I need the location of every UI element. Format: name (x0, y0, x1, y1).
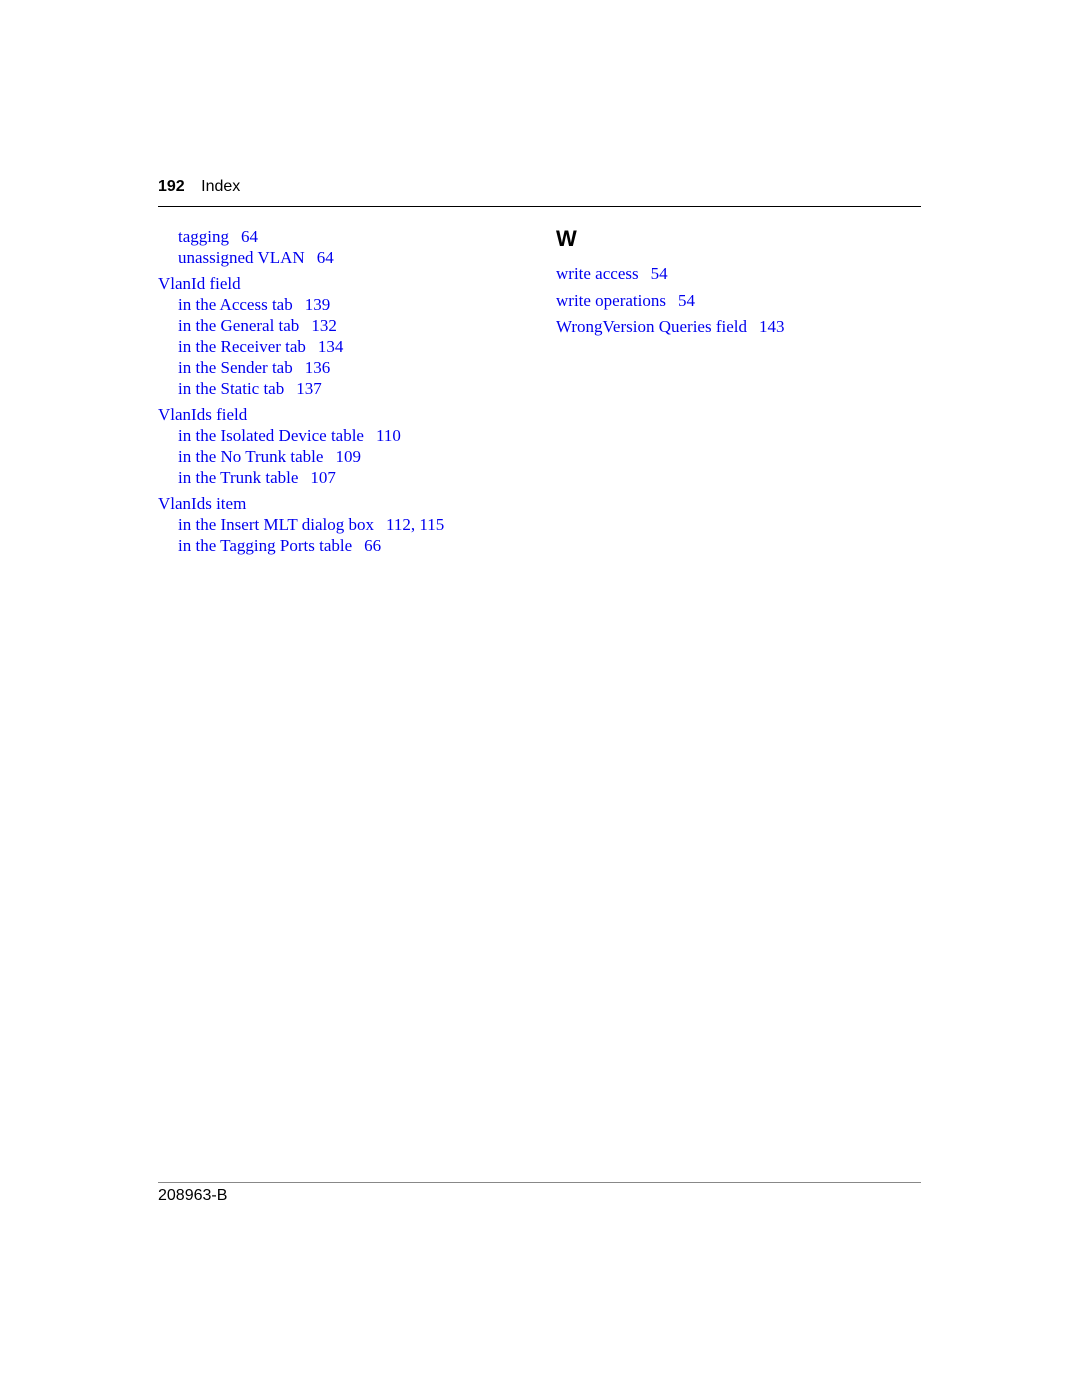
entry-pages: 137 (296, 379, 322, 398)
entry-pages: 64 (316, 248, 334, 267)
entry-label: WrongVersion Queries field (556, 317, 747, 336)
page-header: 192 Index (158, 178, 240, 196)
entry-label: in the Trunk table (178, 468, 299, 487)
index-subentry[interactable]: in the General tab 132 (158, 315, 528, 336)
entry-pages: 143 (758, 317, 785, 336)
index-column-left: tagging 64 unassigned VLAN 64 VlanId field… (158, 226, 528, 556)
index-entry-unassigned-vlan[interactable]: unassigned VLAN 64 (158, 247, 528, 268)
index-subentry[interactable]: in the Sender tab 136 (158, 357, 528, 378)
index-column-right: W write access 54 write operations 54 Wron… (556, 226, 926, 341)
entry-label: in the No Trunk table (178, 447, 324, 466)
section-letter-w: W (556, 226, 577, 251)
entry-pages: 64 (241, 227, 258, 246)
section-title: Index (201, 178, 241, 195)
index-subentry[interactable]: in the Access tab 139 (158, 294, 528, 315)
entry-label: write access (556, 264, 639, 283)
entry-label: in the Insert MLT dialog box (178, 515, 374, 534)
index-entry-vlanids-item[interactable]: VlanIds item (158, 493, 528, 514)
index-entry-write-access[interactable]: write access 54 (556, 261, 926, 288)
index-subentry[interactable]: in the Receiver tab 134 (158, 336, 528, 357)
entry-pages: 66 (364, 536, 382, 555)
entry-pages: 134 (317, 337, 344, 356)
index-subentry[interactable]: in the Trunk table 107 (158, 467, 528, 488)
index-subentry[interactable]: in the Isolated Device table 110 (158, 425, 528, 446)
entry-label: in the Receiver tab (178, 337, 306, 356)
index-entry-tagging[interactable]: tagging 64 (158, 226, 528, 247)
entry-pages: 54 (650, 264, 668, 283)
entry-label: in the Tagging Ports table (178, 536, 353, 555)
entry-label: VlanId field (158, 274, 241, 293)
index-entry-wrongversion-queries[interactable]: WrongVersion Queries field 143 (556, 314, 926, 341)
entry-label: write operations (556, 290, 666, 310)
index-entry-vlanids-field[interactable]: VlanIds field (158, 404, 528, 425)
index-subentry[interactable]: in the Static tab 137 (158, 378, 528, 399)
entry-pages: 109 (335, 447, 361, 466)
entry-label: in the Isolated Device table (178, 426, 364, 445)
document-number: 208963-B (158, 1187, 228, 1204)
index-entry-write-operations[interactable]: write operations 54 (556, 288, 926, 315)
index-subentry[interactable]: in the Insert MLT dialog box 112, 115 (158, 514, 528, 535)
entry-label: in the Static tab (178, 379, 285, 398)
entry-label: VlanIds field (158, 405, 248, 424)
entry-pages: 54 (678, 290, 695, 310)
index-subentry[interactable]: in the No Trunk table 109 (158, 446, 528, 467)
entry-label: tagging (178, 227, 229, 246)
entry-label: in the Access tab (178, 295, 293, 314)
footer-divider (158, 1182, 921, 1183)
entry-label: in the General tab (178, 316, 300, 335)
entry-pages: 110 (375, 426, 401, 445)
entry-label: in the Sender tab (178, 358, 293, 377)
header-divider (158, 206, 921, 207)
entry-pages: 139 (304, 295, 331, 314)
index-subentry[interactable]: in the Tagging Ports table 66 (158, 535, 528, 556)
index-entry-vlanid-field[interactable]: VlanId field (158, 273, 528, 294)
entry-pages: 132 (311, 316, 337, 335)
entry-label: unassigned VLAN (178, 248, 305, 267)
entry-pages: 112, 115 (385, 515, 445, 534)
entry-pages: 136 (304, 358, 331, 377)
entry-label: VlanIds item (158, 494, 247, 513)
entry-pages: 107 (310, 468, 336, 487)
page-number: 192 (158, 178, 185, 195)
